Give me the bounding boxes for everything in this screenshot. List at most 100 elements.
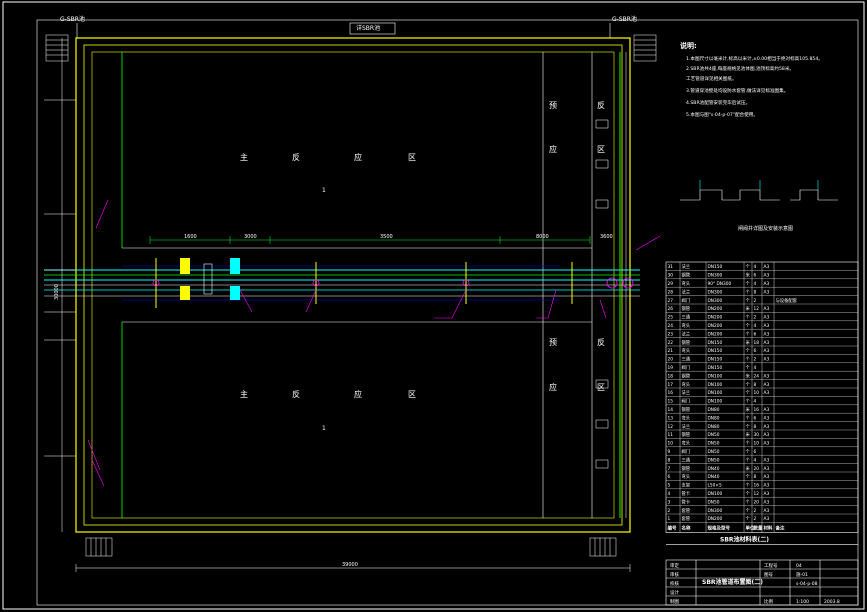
table-cell: 8 xyxy=(754,424,757,430)
table-cell: 个 xyxy=(746,315,751,321)
date-value: 2003.8 xyxy=(824,599,840,605)
table-row: 31 法兰 DN150 个 4 A3 xyxy=(668,263,770,270)
zone-selector-top: 预 反 应 区 xyxy=(549,100,605,154)
table-cell: 法兰 xyxy=(682,330,691,337)
table-cell: 18 xyxy=(754,340,760,346)
svg-text:区: 区 xyxy=(597,383,605,392)
table-cell: 28 xyxy=(668,289,674,295)
pipe-corridor xyxy=(44,265,640,301)
diffuser-risers xyxy=(155,258,573,308)
table-cell: A3 xyxy=(764,457,770,463)
table-cell: 27 xyxy=(668,298,674,304)
table-cell: DN150 xyxy=(708,357,723,363)
table-row: 30 钢管 DN300 米 6 A3 xyxy=(668,272,770,279)
zone-selector-bottom: 预 反 应 区 xyxy=(549,337,605,392)
title-block-text: 审定 审核 校核 设计 制图 SBR池管道布置图(二) 工程号 04 图号 施-… xyxy=(670,562,840,605)
table-row: 11 钢管 DN50 米 30 A3 xyxy=(668,431,770,438)
table-header-cell: 材料 xyxy=(764,524,773,531)
dim-left-total: 30000 xyxy=(54,284,60,300)
table-cell: 4 xyxy=(754,264,757,270)
table-cell: A3 xyxy=(764,348,770,354)
selector-wall-marks xyxy=(595,119,609,469)
header-tag-right: G-SBR池 xyxy=(612,15,637,23)
table-cell: DN200 xyxy=(708,315,723,321)
table-header-cell: 编号 xyxy=(668,524,677,531)
notes-line-5: 4.SBR池配管安装完毕后试压。 xyxy=(686,99,750,106)
valve-group xyxy=(152,258,634,300)
table-cell: 管卡 xyxy=(682,498,691,505)
table-cell: 8 xyxy=(754,289,757,295)
table-cell: 个 xyxy=(746,357,751,363)
table-cell: 米 xyxy=(746,305,751,312)
table-cell: 10 xyxy=(668,441,674,447)
table-cell: 米 xyxy=(746,272,751,279)
table-cell: 个 xyxy=(746,281,751,287)
table-cell: 7 xyxy=(668,466,671,472)
table-cell: A3 xyxy=(764,315,770,321)
table-row: 28 法兰 DN300 个 8 A3 xyxy=(668,288,770,295)
notes-line-3: 工艺管道详见相关图纸。 xyxy=(686,75,737,82)
table-header-cell: 名称 xyxy=(682,524,691,531)
table-cell: 钢管 xyxy=(682,372,691,379)
table-cell: 16 xyxy=(668,390,674,396)
table-cell: DN80 xyxy=(708,415,720,421)
table-cell: 米 xyxy=(746,406,751,413)
table-cell: DN100 xyxy=(708,382,723,388)
svg-text:1600: 1600 xyxy=(184,234,197,240)
table-cell: DN100 xyxy=(708,399,723,405)
table-cell: DN150 xyxy=(708,348,723,354)
table-cell: 个 xyxy=(746,491,751,497)
table-row: 1 套管 DN200 个 2 A3 xyxy=(668,515,770,522)
table-row: 16 法兰 DN100 个 10 A3 xyxy=(668,389,770,396)
detail-sketch xyxy=(680,180,838,201)
table-cell: 2 xyxy=(754,298,757,304)
table-cell: 钢管 xyxy=(682,431,691,438)
table-cell: 4 xyxy=(754,365,757,371)
table-cell: 2 xyxy=(754,516,757,522)
cad-drawing: G-SBR池 详SBR池 G-SBR池 1600 3000 3500 8000 … xyxy=(2,1,865,610)
table-row: 17 弯头 DN100 个 8 A3 xyxy=(668,381,770,388)
table-cell: A3 xyxy=(764,323,770,329)
table-cell: 31 xyxy=(668,264,674,270)
ladder-top-left xyxy=(45,34,69,62)
table-row: 7 钢管 DN40 米 20 A3 xyxy=(668,465,770,472)
table-cell: 弯头 xyxy=(682,322,691,329)
table-cell: DN300 xyxy=(708,508,723,514)
sheet-label: 图号 xyxy=(764,572,773,578)
table-cell: A3 xyxy=(764,474,770,480)
table-cell: A3 xyxy=(764,340,770,346)
table-row: 14 钢管 DN80 米 16 A3 xyxy=(668,406,770,413)
table-title: SBR池材料表(二) xyxy=(720,535,769,543)
table-cell: 23 xyxy=(668,331,674,337)
table-cell: 15 xyxy=(668,399,674,405)
svg-text:反: 反 xyxy=(597,337,605,347)
table-cell: 法兰 xyxy=(682,389,691,396)
table-cell: A3 xyxy=(764,466,770,472)
svg-text:3000: 3000 xyxy=(244,234,257,240)
table-cell: 个 xyxy=(746,449,751,455)
table-cell: A3 xyxy=(764,357,770,363)
table-cell: 10 xyxy=(754,390,760,396)
table-cell: 12 xyxy=(754,306,760,312)
table-cell: 钢管 xyxy=(682,465,691,472)
table-row: 9 阀门 DN50 个 6 xyxy=(668,448,757,455)
notes-title: 说明: xyxy=(680,41,697,50)
table-cell: DN150 xyxy=(708,365,723,371)
notes-line-1: 1.本图尺寸以毫米计,标高以米计,±0.00相当于绝对标高105.854。 xyxy=(686,55,823,62)
svg-text:区: 区 xyxy=(408,390,416,399)
table-cell: A3 xyxy=(764,390,770,396)
table-cell: 2 xyxy=(754,315,757,321)
table-cell: 阀门 xyxy=(682,398,691,405)
table-cell: 法兰 xyxy=(682,288,691,295)
table-cell: 14 xyxy=(668,407,674,413)
table-row: 15 阀门 DN100 个 4 xyxy=(668,398,757,405)
table-header-cell: 数量 xyxy=(754,524,763,531)
table-cell: 管卡 xyxy=(682,490,691,497)
table-cell: 20 xyxy=(754,466,760,472)
table-cell: 26 xyxy=(668,306,674,312)
table-row: 27 阀门 DN300 个 2 与设备配套 xyxy=(668,297,798,304)
table-cell: 套管 xyxy=(682,507,691,514)
svg-text:1: 1 xyxy=(322,425,326,432)
table-cell: 18 xyxy=(668,373,674,379)
table-cell: 10 xyxy=(754,441,760,447)
